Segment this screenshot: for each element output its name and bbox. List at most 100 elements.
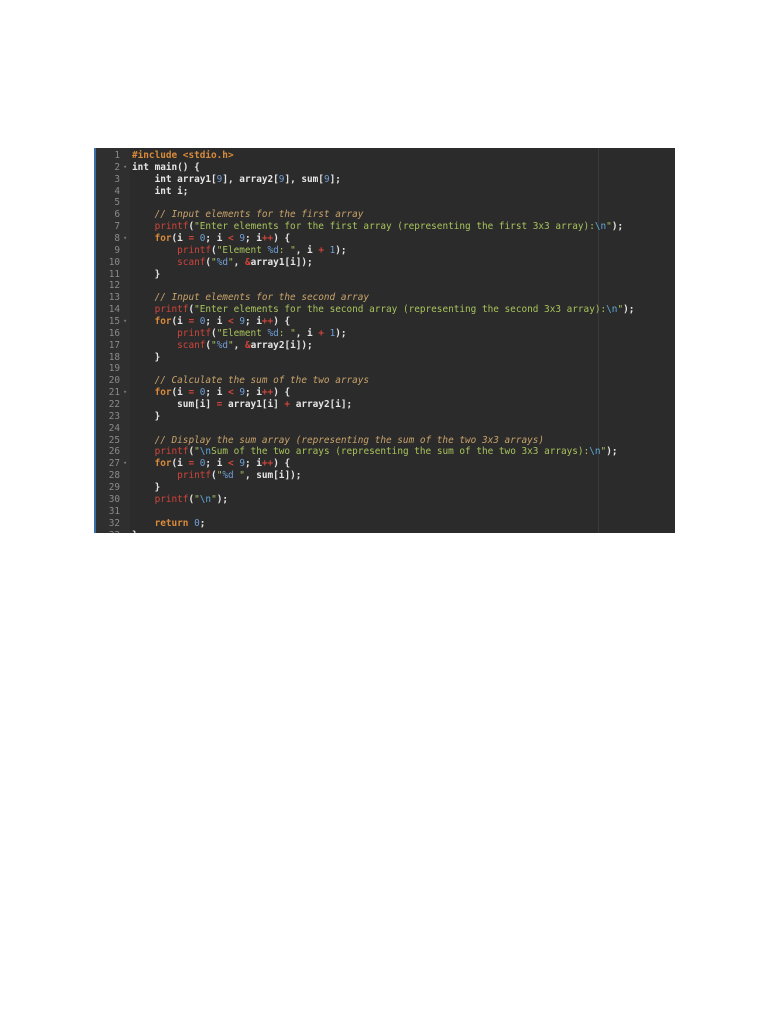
code-text: } (132, 530, 138, 534)
line-number: 21 (108, 387, 120, 399)
line-number: 17 (108, 339, 120, 351)
code-token: ; i (205, 233, 228, 245)
code-line[interactable]: 5 (96, 197, 675, 209)
code-text: } (132, 269, 161, 281)
fold-arrow-icon[interactable]: ▾ (123, 458, 127, 470)
code-line[interactable]: 21 ▾ for(i = 0; i < 9; i++) { (96, 387, 675, 399)
code-line[interactable]: 16 printf("Element %d: ", i + 1); (96, 328, 675, 340)
code-token: ; i (244, 458, 262, 470)
code-token: ; (199, 517, 206, 529)
code-line[interactable]: 9 printf("Element %d: ", i + 1); (96, 245, 675, 257)
code-line[interactable]: 32 return 0; (96, 518, 675, 530)
code-line[interactable]: 15 ▾ for(i = 0; i < 9; i++) { (96, 316, 675, 328)
fold-arrow-icon[interactable]: ▾ (123, 233, 127, 245)
code-token: ++ (261, 316, 274, 328)
code-text: for(i = 0; i < 9; i++) { (132, 233, 291, 245)
code-line[interactable]: 23 } (96, 411, 675, 423)
code-line[interactable]: 28 printf("%d ", sum[i]); (96, 470, 675, 482)
code-token: ) { (273, 387, 291, 399)
code-token: ) { (273, 458, 291, 470)
code-token: "Enter elements for the first array (rep… (194, 221, 595, 233)
code-token: %d (222, 470, 234, 482)
code-line[interactable]: 3 int array1[9], array2[9], sum[9]; (96, 174, 675, 186)
code-token: printf (154, 304, 189, 316)
code-line[interactable]: 14 printf("Enter elements for the second… (96, 304, 675, 316)
code-line[interactable]: 4 int i; (96, 186, 675, 198)
code-token: ); (216, 493, 229, 505)
code-token: sum[i] (132, 399, 217, 411)
code-token: // Display the sum array (representing t… (154, 434, 545, 446)
code-line[interactable]: 13 // Input elements for the second arra… (96, 292, 675, 304)
code-token: ++ (261, 387, 274, 399)
code-token: int i; (132, 185, 189, 197)
code-token: array2[i]); (250, 339, 313, 351)
line-number: 7 (114, 221, 120, 233)
code-line[interactable]: 8 ▾ for(i = 0; i < 9; i++) { (96, 233, 675, 245)
code-token: Sum of the two arrays (representing the … (211, 446, 590, 458)
code-token: } (132, 482, 161, 494)
code-line[interactable]: 20 // Calculate the sum of the two array… (96, 375, 675, 387)
line-number: 1 (114, 150, 120, 161)
code-token: } (132, 351, 161, 363)
code-text: } (132, 351, 161, 364)
code-token: // Input elements for the first array (154, 209, 364, 221)
code-text: for(i = 0; i < 9; i++) { (132, 316, 291, 328)
code-line[interactable]: 26 printf("\nSum of the two arrays (repr… (96, 446, 675, 458)
code-token: ++ (261, 458, 274, 470)
code-line[interactable]: 12 (96, 280, 675, 292)
code-line[interactable]: 17 scanf("%d", &array2[i]); (96, 340, 675, 352)
code-line[interactable]: 31 (96, 506, 675, 518)
fold-arrow-icon[interactable]: ▾ (123, 316, 127, 328)
code-token: for (154, 387, 172, 399)
line-number: 33 (96, 530, 120, 534)
code-token: ); (335, 244, 347, 256)
line-number: 3 (114, 173, 120, 185)
code-token: for (154, 316, 172, 328)
code-line[interactable]: 24 (96, 423, 675, 435)
code-line[interactable]: 33} (96, 530, 675, 534)
code-token: return (154, 517, 189, 529)
code-token: ) { (273, 233, 291, 245)
code-line[interactable]: 18 } (96, 352, 675, 364)
code-line[interactable]: 1 #include <stdio.h> (96, 150, 675, 162)
line-number: 23 (108, 410, 120, 422)
code-lines[interactable]: 1 #include <stdio.h> 2 ▾ int main() {3 int a… (96, 150, 675, 533)
fold-arrow-icon[interactable]: ▾ (123, 162, 127, 174)
code-line[interactable]: 30 printf("\n"); (96, 494, 675, 506)
code-text: // Display the sum array (representing t… (132, 435, 544, 447)
code-line[interactable]: 19 (96, 363, 675, 375)
code-token: \n (606, 304, 618, 316)
code-token: "Element (216, 327, 268, 339)
code-token: ; i (205, 316, 228, 328)
code-token: , i (295, 244, 319, 256)
code-token: ++ (261, 233, 274, 245)
code-text: printf("\nSum of the two arrays (represe… (132, 446, 618, 458)
fold-arrow-icon[interactable]: ▾ (123, 387, 127, 399)
code-line[interactable]: 2 ▾ int main() { (96, 162, 675, 174)
code-line[interactable]: 6 // Input elements for the first array (96, 209, 675, 221)
code-editor[interactable]: 1 #include <stdio.h> 2 ▾ int main() {3 int a… (94, 148, 675, 533)
code-line[interactable]: 11 } (96, 269, 675, 281)
code-token: ], array2[ (222, 173, 279, 185)
code-token: printf (154, 493, 189, 505)
code-text: int main() { (132, 162, 200, 174)
code-token: printf (154, 221, 189, 233)
code-line[interactable]: 27 ▾ for(i = 0; i < 9; i++) { (96, 458, 675, 470)
code-token: (i (171, 316, 189, 328)
code-line[interactable]: 10 scanf("%d", &array1[i]); (96, 257, 675, 269)
code-token: ); (335, 327, 347, 339)
code-line[interactable]: 7 printf("Enter elements for the first a… (96, 221, 675, 233)
code-line[interactable]: 22 sum[i] = array1[i] + array2[i]; (96, 399, 675, 411)
line-number: 6 (114, 209, 120, 221)
code-text: for(i = 0; i < 9; i++) { (132, 458, 291, 470)
code-token: "Enter elements for the second array (re… (194, 304, 607, 316)
line-number: 18 (108, 351, 120, 363)
code-line[interactable]: 29 } (96, 482, 675, 494)
code-line[interactable]: 25 // Display the sum array (representin… (96, 435, 675, 447)
